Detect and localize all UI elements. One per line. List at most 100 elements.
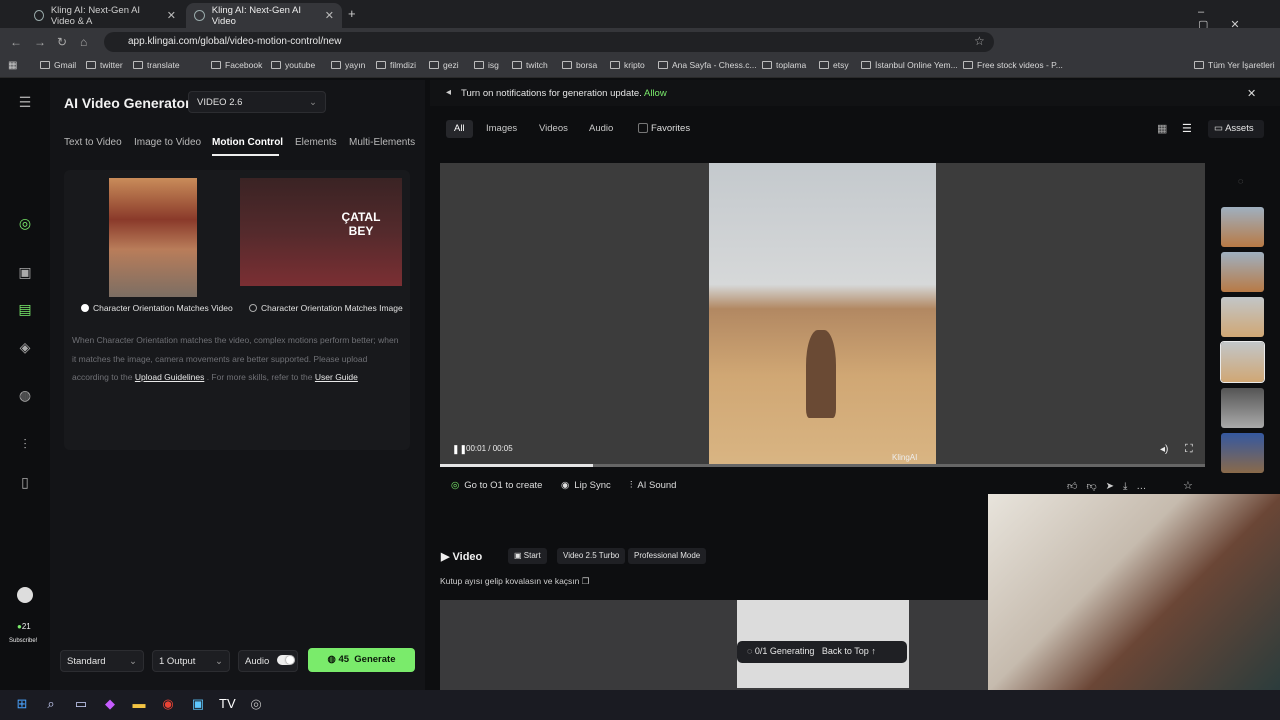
favorites-checkbox[interactable]: [638, 123, 648, 133]
kling-logo-icon[interactable]: ◎: [17, 215, 33, 231]
lip-sync-icon: ◉: [561, 480, 570, 491]
spinner-icon: ◌: [747, 646, 755, 656]
tab-motion-control[interactable]: Motion Control: [212, 137, 283, 148]
filter-images[interactable]: Images: [478, 120, 525, 138]
grid-view-icon[interactable]: ▦: [1157, 122, 1167, 135]
bookmark-twitch[interactable]: twitch: [512, 60, 548, 70]
mode-select[interactable]: Standard ⌄: [60, 650, 144, 672]
list-view-icon[interactable]: ☰: [1182, 122, 1192, 135]
generate-button[interactable]: ◍ 45 Generate: [308, 648, 415, 672]
search-icon[interactable]: ⌕: [43, 696, 59, 712]
playback-time: 00:01 / 00:05: [466, 444, 513, 453]
bookmark-filmdizi[interactable]: filmdizi: [376, 60, 416, 70]
history-thumbnail[interactable]: [1221, 207, 1264, 247]
folder-icon: [819, 61, 829, 69]
bookmark-youtube[interactable]: youtube: [271, 60, 315, 70]
store-icon[interactable]: ▣: [190, 696, 206, 712]
assets-icon[interactable]: ▯: [17, 474, 33, 490]
history-thumbnail[interactable]: [1221, 252, 1264, 292]
forward-icon[interactable]: →: [34, 35, 46, 49]
bookmark-yayin[interactable]: yayın: [331, 60, 365, 70]
kling-favicon-icon: [194, 10, 205, 21]
bookmark-toplama[interactable]: toplama: [762, 60, 806, 70]
allow-notifications-link[interactable]: Allow: [644, 88, 667, 99]
folder-icon: [762, 61, 772, 69]
bookmark-twitter[interactable]: twitter: [86, 60, 123, 70]
bookmark-kripto[interactable]: kripto: [610, 60, 645, 70]
tab-elements[interactable]: Elements: [295, 137, 337, 148]
option-matches-video[interactable]: Character Orientation Matches Video: [81, 303, 233, 313]
effects-icon[interactable]: ◍: [17, 387, 33, 403]
history-thumbnail[interactable]: [1221, 388, 1264, 428]
video-icon[interactable]: ▤: [17, 301, 33, 317]
favorite-star-icon[interactable]: ☆: [1183, 479, 1193, 492]
lip-sync-button[interactable]: ◉ Lip Sync: [561, 480, 611, 491]
apps-grid-icon[interactable]: ▦: [8, 60, 17, 71]
chrome-icon[interactable]: ◉: [160, 696, 176, 712]
upload-guidelines-link[interactable]: Upload Guidelines: [135, 372, 204, 382]
menu-icon[interactable]: ☰: [17, 94, 33, 110]
url-field[interactable]: app.klingai.com/global/video-motion-cont…: [104, 32, 994, 52]
pause-icon[interactable]: ❚❚: [452, 444, 467, 455]
bookmark-istanbul[interactable]: İstanbul Online Yem...: [861, 60, 958, 70]
chess-icon: [658, 61, 668, 69]
obs-icon[interactable]: ◎: [248, 696, 264, 712]
assets-button[interactable]: ▭ Assets: [1208, 120, 1264, 138]
ai-sound-button[interactable]: ⫶ AI Sound: [630, 480, 676, 491]
bookmark-all[interactable]: Tüm Yer İşaretleri: [1194, 60, 1275, 70]
bookmark-stock-videos[interactable]: Free stock videos - P...: [963, 60, 1063, 70]
sound-wave-icon: ⫶: [630, 480, 633, 491]
tab-image-to-video[interactable]: Image to Video: [134, 137, 201, 148]
panel-title: AI Video Generator: [64, 95, 191, 111]
action-icons[interactable]: 👍︎👎︎➤⤓…: [1067, 480, 1155, 492]
tradingview-icon[interactable]: TV: [219, 696, 236, 712]
bookmark-etsy[interactable]: etsy: [819, 60, 849, 70]
tab-multi-elements[interactable]: Multi-Elements: [349, 137, 415, 148]
browser-tab-active[interactable]: Kling AI: Next-Gen AI Video ✕: [186, 3, 342, 28]
close-tab-icon[interactable]: ✕: [167, 9, 176, 22]
history-thumbnail[interactable]: [1221, 297, 1264, 337]
user-guide-link[interactable]: User Guide: [315, 372, 358, 382]
filter-videos[interactable]: Videos: [531, 120, 576, 138]
image-icon[interactable]: ▣: [17, 264, 33, 280]
history-thumbnail-selected[interactable]: [1220, 341, 1265, 383]
go-to-o1-button[interactable]: ◎ Go to O1 to create: [451, 480, 542, 491]
audio-toggle[interactable]: [277, 655, 295, 665]
user-avatar[interactable]: [17, 587, 33, 603]
filter-audio[interactable]: Audio: [581, 120, 621, 138]
back-icon[interactable]: ←: [10, 35, 22, 49]
task-view-icon[interactable]: ▭: [73, 696, 89, 712]
reload-icon[interactable]: ↻: [57, 35, 67, 49]
home-icon[interactable]: ⌂: [80, 35, 87, 49]
audio-icon[interactable]: ⫶: [17, 436, 33, 452]
globe-icon: [861, 61, 871, 69]
reference-video-thumbnail[interactable]: [109, 178, 197, 297]
file-explorer-icon[interactable]: ▬: [131, 696, 147, 712]
copilot-icon[interactable]: ◆: [102, 696, 118, 712]
bookmark-gmail[interactable]: Gmail: [40, 60, 76, 70]
bookmark-star-icon[interactable]: ☆: [974, 34, 985, 48]
chip-model: Video 2.5 Turbo: [557, 548, 626, 564]
bookmark-borsa[interactable]: borsa: [562, 60, 597, 70]
output-count-select[interactable]: 1 Output ⌄: [152, 650, 230, 672]
model-select[interactable]: VIDEO 2.6 ⌄: [188, 91, 326, 113]
history-thumbnail[interactable]: [1221, 433, 1264, 473]
avatar-icon[interactable]: ◈: [17, 339, 33, 355]
bookmark-translate[interactable]: translate: [133, 60, 180, 70]
tab-text-to-video[interactable]: Text to Video: [64, 137, 122, 148]
fullscreen-icon[interactable]: ⛶: [1185, 443, 1193, 456]
windows-start-icon[interactable]: ⊞: [14, 696, 30, 712]
close-tab-icon[interactable]: ✕: [325, 9, 334, 22]
filter-all[interactable]: All: [446, 120, 473, 138]
new-tab-icon[interactable]: +: [348, 6, 356, 21]
back-to-top-link[interactable]: Back to Top: [822, 646, 869, 656]
bookmark-gezi[interactable]: gezi: [429, 60, 459, 70]
bookmark-facebook[interactable]: Facebook: [211, 60, 262, 70]
bookmark-chess[interactable]: Ana Sayfa - Chess.c...: [658, 60, 757, 70]
subscribe-link[interactable]: Subscribe!: [9, 638, 37, 644]
close-icon[interactable]: ✕: [1247, 87, 1256, 100]
volume-icon[interactable]: ◂): [1160, 444, 1168, 455]
browser-tab[interactable]: Kling AI: Next-Gen AI Video & A ✕: [26, 3, 184, 28]
option-matches-image[interactable]: Character Orientation Matches Image: [249, 303, 403, 313]
bookmark-isg[interactable]: isg: [474, 60, 499, 70]
